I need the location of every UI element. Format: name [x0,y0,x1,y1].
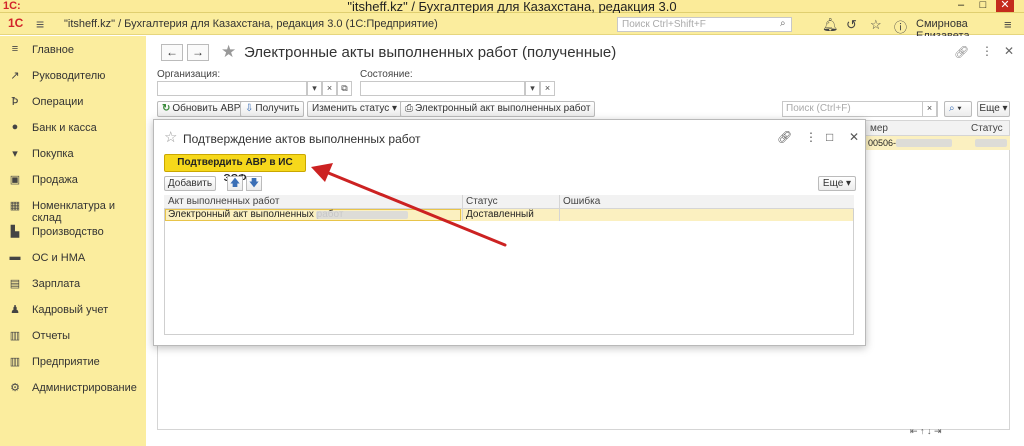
annotation-arrow [311,163,507,247]
